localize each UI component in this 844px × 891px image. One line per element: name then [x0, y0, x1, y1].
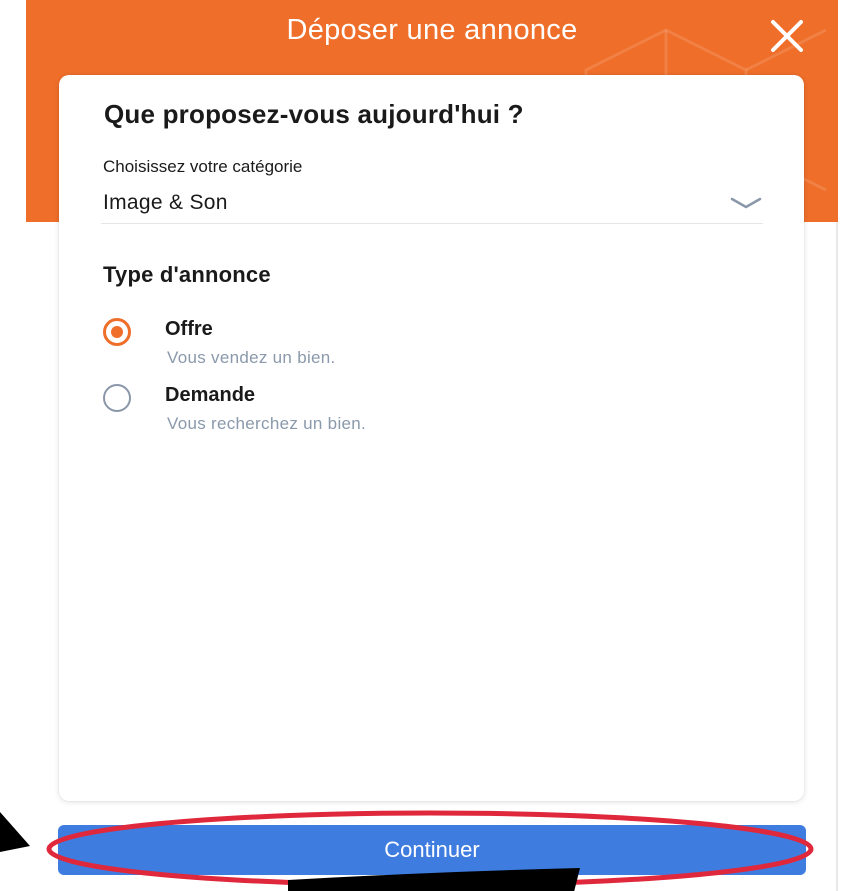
radio-option-demande[interactable]: Demande Vous recherchez un bien. [103, 382, 523, 440]
chevron-down-icon [730, 197, 762, 209]
form-card: Que proposez-vous aujourd'hui ? Choisiss… [59, 75, 804, 801]
radio-checked-icon [103, 318, 131, 346]
page-title: Que proposez-vous aujourd'hui ? [104, 99, 524, 129]
ad-type-title: Type d'annonce [103, 262, 271, 287]
radio-option-offre[interactable]: Offre Vous vendez un bien. [103, 316, 523, 374]
pointer-arrow-icon [0, 812, 30, 852]
category-label: Choisissez votre catégorie [103, 157, 303, 176]
continue-button[interactable]: Continuer [58, 825, 806, 875]
radio-description: Vous vendez un bien. [167, 348, 336, 367]
close-icon [771, 20, 803, 52]
radio-unchecked-icon [103, 384, 131, 412]
page-edge [836, 222, 838, 891]
radio-label: Offre [165, 318, 213, 340]
close-button[interactable] [766, 16, 808, 56]
category-value: Image & Son [103, 191, 228, 214]
header-title: Déposer une annonce [286, 14, 578, 46]
screen: Déposer une annonce Que proposez-vous au… [0, 0, 844, 891]
radio-label: Demande [165, 384, 256, 406]
radio-description: Vous recherchez un bien. [167, 414, 367, 433]
category-select[interactable]: Image & Son [101, 179, 763, 224]
